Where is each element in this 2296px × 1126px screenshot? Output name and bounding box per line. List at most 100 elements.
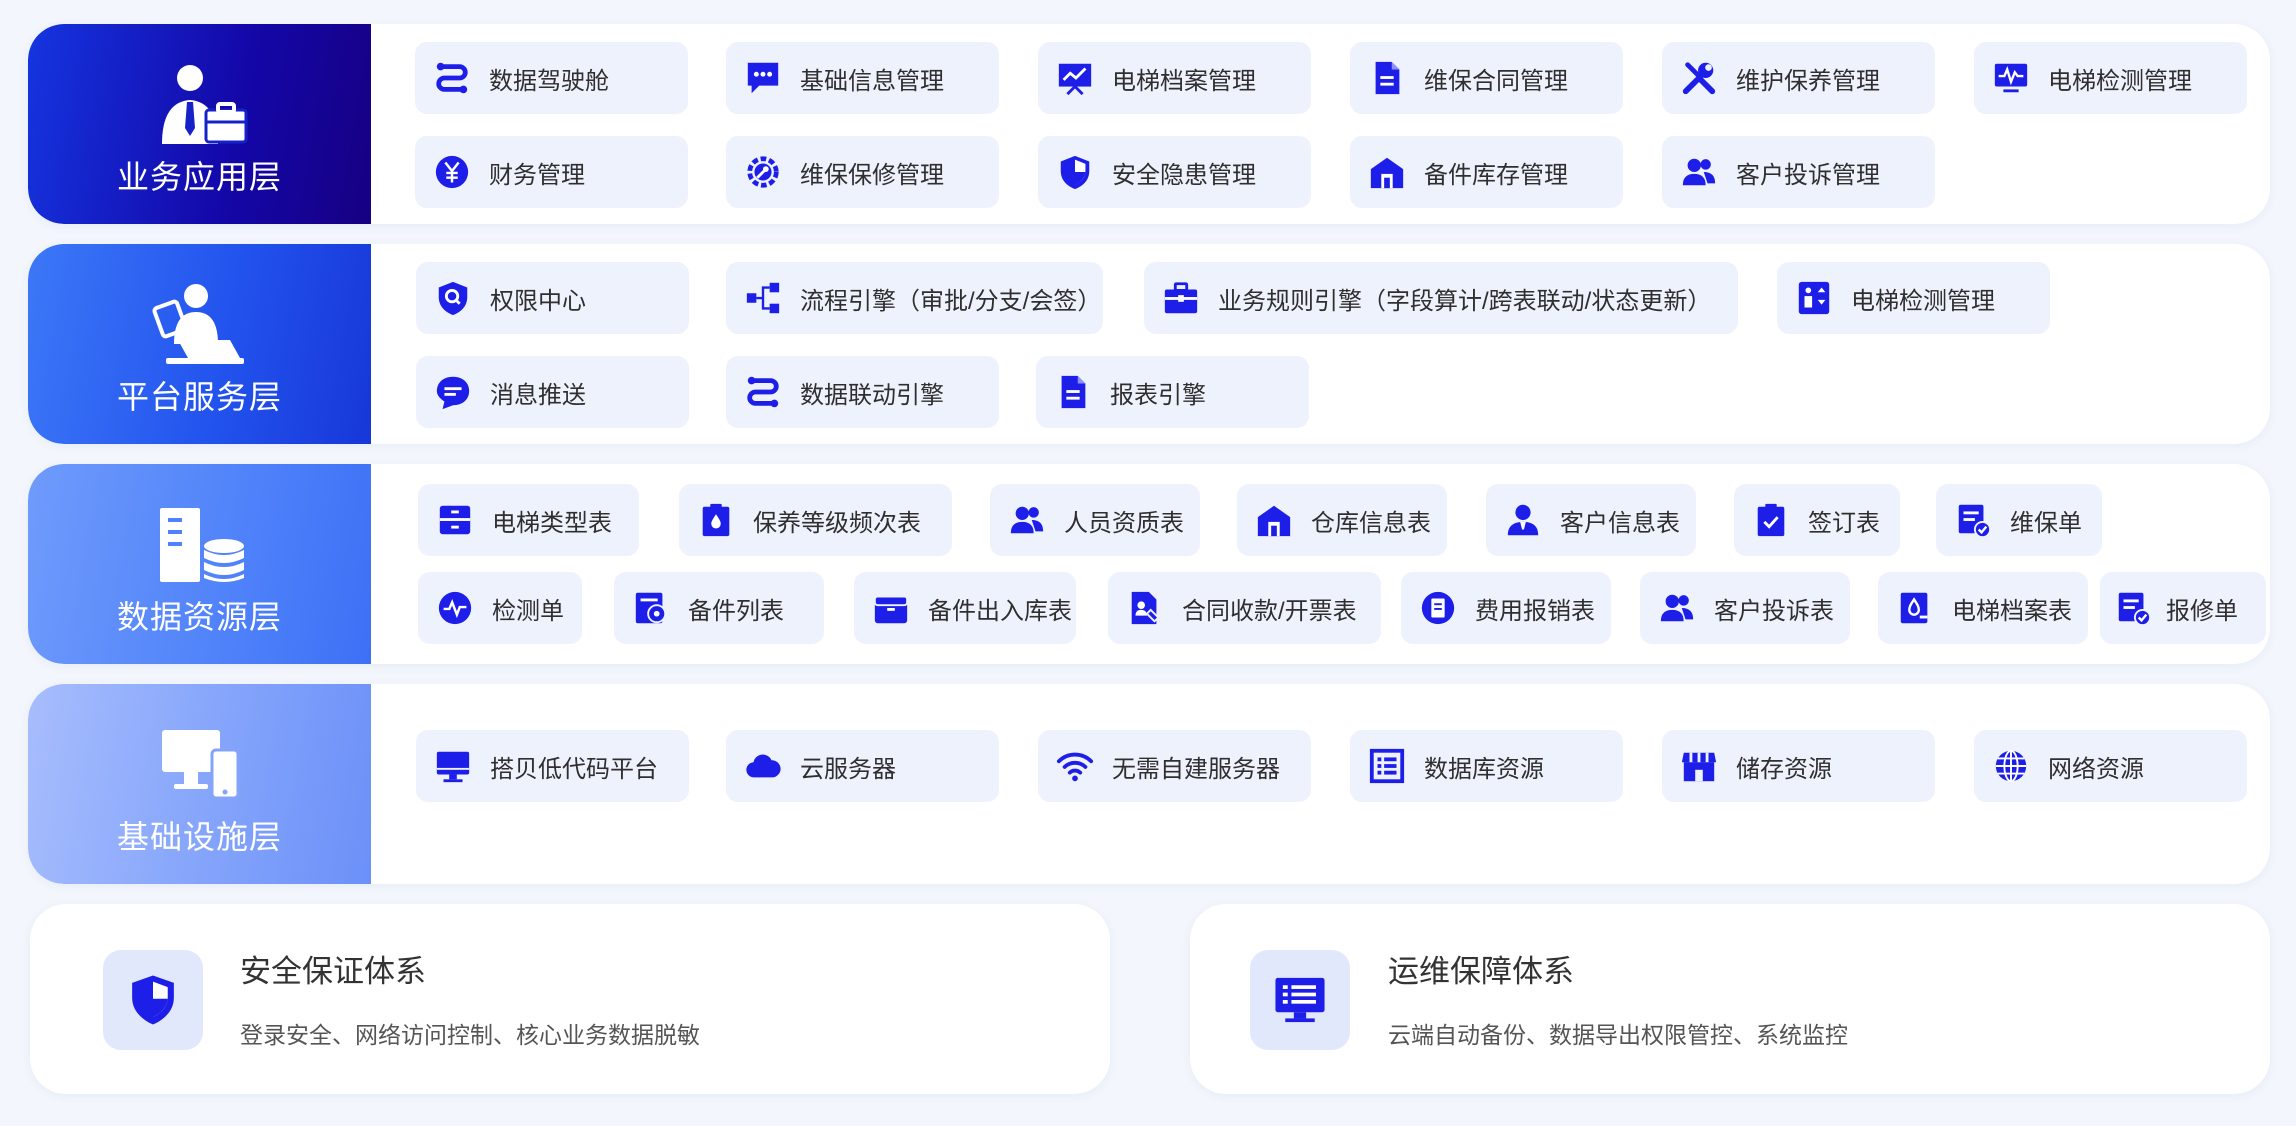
item-label: 备件列表: [688, 597, 784, 625]
item-maintenance-contract[interactable]: 维保合同管理: [1350, 42, 1623, 114]
card-icon-box: [1250, 950, 1350, 1050]
layer-title: 数据资源层: [116, 599, 282, 635]
item-label: 电梯档案表: [1952, 597, 2072, 625]
item-parts-inout-table[interactable]: 备件出入库表: [854, 572, 1076, 644]
item-cloud-server[interactable]: 云服务器: [726, 730, 999, 802]
wifi-icon: [1056, 752, 1094, 782]
shield-search-icon: [438, 281, 468, 316]
item-elevator-inspection[interactable]: 电梯检测管理: [1974, 42, 2247, 114]
item-elevator-inspection-service[interactable]: 电梯检测管理: [1777, 262, 2050, 334]
cabinet-icon: [439, 505, 471, 535]
item-expense-table[interactable]: 费用报销表: [1401, 572, 1611, 644]
item-safety-hazard[interactable]: 安全隐患管理: [1038, 136, 1311, 208]
item-label: 消息推送: [490, 381, 586, 409]
item-maintenance-care[interactable]: 维护保养管理: [1662, 42, 1935, 114]
security-system-card: 安全保证体系 登录安全、网络访问控制、核心业务数据脱敏: [30, 904, 1110, 1094]
item-label: 检测单: [492, 597, 564, 625]
clipboard-drop-icon: [702, 503, 730, 537]
chat-dots-icon: [747, 62, 779, 94]
shield-icon: [132, 975, 174, 1025]
shield-icon: [1060, 155, 1090, 190]
item-label: 权限中心: [490, 287, 586, 315]
form-check-icon: [2118, 592, 2152, 627]
card-title: 安全保证体系: [240, 954, 426, 989]
item-basic-info[interactable]: 基础信息管理: [726, 42, 999, 114]
list-box-icon: [1369, 748, 1405, 784]
item-label: 备件出入库表: [928, 597, 1072, 625]
warehouse-icon: [1257, 505, 1291, 537]
item-customer-complaint[interactable]: 客户投诉管理: [1662, 136, 1935, 208]
item-label: 维保保修管理: [800, 161, 944, 189]
item-label: 数据驾驶舱: [489, 67, 609, 95]
item-label: 数据库资源: [1424, 755, 1544, 783]
item-label: 电梯检测管理: [1851, 287, 1995, 315]
item-elevator-archive-table[interactable]: 电梯档案表: [1878, 572, 2088, 644]
message-bubble-icon: [436, 376, 470, 410]
item-label: 电梯档案管理: [1112, 67, 1256, 95]
item-parts-list[interactable]: 备件列表: [614, 572, 824, 644]
item-business-rule-engine[interactable]: 业务规则引擎（字段算计/跨表联动/状态更新）: [1144, 262, 1738, 334]
layer-label: 平台服务层: [28, 244, 371, 444]
card-title: 运维保障体系: [1388, 954, 1574, 989]
store-icon: [1681, 752, 1717, 782]
cloud-icon: [746, 754, 781, 778]
item-network-resource[interactable]: 网络资源: [1974, 730, 2247, 802]
ops-system-card: 运维保障体系 云端自动备份、数据导出权限管控、系统监控: [1190, 904, 2270, 1094]
item-customer-complaint-table[interactable]: 客户投诉表: [1640, 572, 1850, 644]
item-permission-center[interactable]: 权限中心: [416, 262, 689, 334]
item-label: 业务规则引擎（字段算计/跨表联动/状态更新）: [1218, 287, 1712, 315]
item-label: 维保单: [2010, 509, 2082, 537]
item-label: 云服务器: [800, 755, 896, 783]
item-finance[interactable]: 财务管理: [415, 136, 688, 208]
layer-title: 平台服务层: [116, 379, 282, 415]
item-storage-resource[interactable]: 储存资源: [1662, 730, 1935, 802]
item-warehouse-info-table[interactable]: 仓库信息表: [1237, 484, 1447, 556]
item-repair-order[interactable]: 报修单: [2100, 572, 2266, 644]
item-lowcode-platform[interactable]: 搭贝低代码平台: [416, 730, 689, 802]
item-label: 流程引擎（审批/分支/会签）: [800, 287, 1102, 315]
globe-icon: [1995, 749, 2027, 783]
item-workflow-engine[interactable]: 流程引擎（审批/分支/会签）: [726, 262, 1103, 334]
parts-list-icon: [635, 592, 667, 624]
item-label: 签订表: [1808, 509, 1880, 537]
item-label: 仓库信息表: [1311, 509, 1431, 537]
layer-infrastructure: 基础设施层 搭贝低代码平台 云服务器 无需自建服务器 数据库资源 储存资源 网络…: [28, 684, 2270, 884]
layer-business-application: 业务应用层 数据驾驶舱 基础信息管理 电梯档案管理 维保合同管理 维护保养管理 …: [28, 24, 2270, 224]
item-message-push[interactable]: 消息推送: [416, 356, 689, 428]
item-report-engine[interactable]: 报表引擎: [1036, 356, 1309, 428]
item-database-resource[interactable]: 数据库资源: [1350, 730, 1623, 802]
item-elevator-archive[interactable]: 电梯档案管理: [1038, 42, 1311, 114]
item-label: 电梯检测管理: [2048, 67, 2192, 95]
item-maintenance-level-table[interactable]: 保养等级频次表: [679, 484, 952, 556]
item-data-cockpit[interactable]: 数据驾驶舱: [415, 42, 688, 114]
item-elevator-type-table[interactable]: 电梯类型表: [418, 484, 639, 556]
item-maintenance-order[interactable]: 维保单: [1936, 484, 2102, 556]
item-data-linkage-engine[interactable]: 数据联动引擎: [726, 356, 999, 428]
elevator-icon: [1798, 281, 1830, 315]
item-contract-payment-table[interactable]: 合同收款/开票表: [1108, 572, 1381, 644]
item-warranty-repair[interactable]: 维保保修管理: [726, 136, 999, 208]
tools-icon: [1682, 62, 1716, 95]
clipboard-check-icon: [1757, 503, 1785, 537]
item-label: 搭贝低代码平台: [490, 755, 658, 783]
item-parts-inventory[interactable]: 备件库存管理: [1350, 136, 1623, 208]
yen-circle-icon: [435, 155, 469, 189]
devices-icon: [162, 730, 240, 800]
item-signing-table[interactable]: 签订表: [1734, 484, 1900, 556]
flow-branch-icon: [746, 282, 780, 314]
item-no-self-server[interactable]: 无需自建服务器: [1038, 730, 1311, 802]
customer-icon: [1507, 504, 1539, 536]
archive-icon: [1900, 592, 1928, 624]
presentation-chart-icon: [1058, 63, 1092, 96]
item-staff-qualification-table[interactable]: 人员资质表: [990, 484, 1200, 556]
document-icon: [1061, 375, 1086, 409]
item-customer-info-table[interactable]: 客户信息表: [1486, 484, 1696, 556]
users-icon: [1660, 594, 1694, 622]
item-label: 维保合同管理: [1424, 67, 1568, 95]
item-inspection-order[interactable]: 检测单: [418, 572, 582, 644]
contract-icon: [1131, 591, 1160, 625]
card-description: 登录安全、网络访问控制、核心业务数据脱敏: [240, 1022, 700, 1048]
monitor-pulse-icon: [1994, 63, 2028, 93]
layer-title: 基础设施层: [116, 819, 282, 855]
item-label: 客户投诉表: [1714, 597, 1834, 625]
